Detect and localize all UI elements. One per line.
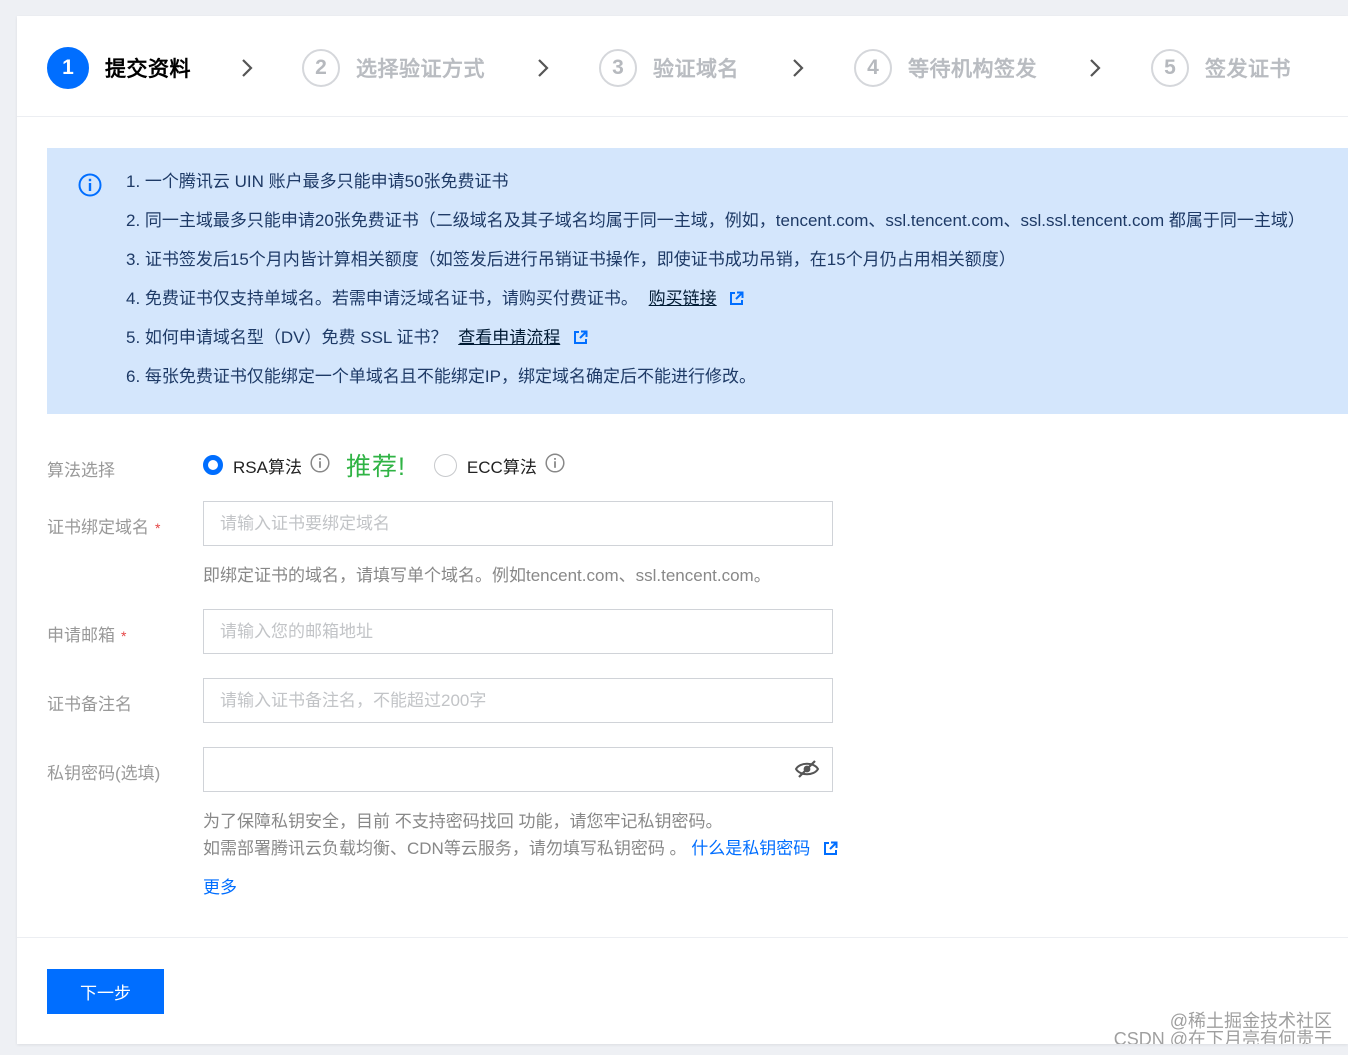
watermark-line-2: CSDN @在下月亮有何贵干 (1113, 1029, 1332, 1044)
rsa-radio[interactable] (203, 455, 223, 475)
chevron-right-icon (239, 57, 255, 79)
domain-help: 即绑定证书的域名，请填写单个域名。例如tencent.com、ssl.tence… (203, 566, 771, 585)
key-help-2-text: 如需部署腾讯云负载均衡、CDN等云服务，请勿填写私钥密码 。 (203, 839, 687, 858)
step-bar: 1 提交资料 2 选择验证方式 3 验证域名 4 等待机构签发 5 签发证书 (17, 16, 1348, 117)
email-input[interactable] (203, 609, 833, 654)
domain-input[interactable] (203, 501, 833, 546)
key-password-input[interactable] (203, 747, 833, 792)
notice-item: 6. 每张免费证书仅能绑定一个单域名且不能绑定IP，绑定域名确定后不能进行修改。 (126, 362, 1305, 401)
step-5: 5 签发证书 (1151, 47, 1291, 89)
algo-radio-group: RSA算法 推荐! ECC算法 (203, 450, 565, 481)
notice-text: 1. 一个腾讯云 UIN 账户最多只能申请50张免费证书 (126, 172, 509, 191)
divider (17, 937, 1348, 938)
info-circle-icon[interactable] (310, 452, 330, 478)
chevron-right-icon (535, 57, 551, 79)
required-mark: * (121, 628, 127, 644)
step-number: 4 (854, 49, 892, 87)
step-number: 3 (599, 49, 637, 87)
recommend-tag: 推荐! (345, 453, 406, 481)
step-2: 2 选择验证方式 (302, 47, 485, 89)
chevron-right-icon (1087, 57, 1103, 79)
external-link-icon[interactable] (729, 286, 744, 316)
notice-box: 1. 一个腾讯云 UIN 账户最多只能申请50张免费证书 2. 同一主域最多只能… (47, 148, 1348, 414)
notice-text: 4. 免费证书仅支持单域名。若需申请泛域名证书，请购买付费证书。 (126, 289, 638, 308)
apply-card: 1 提交资料 2 选择验证方式 3 验证域名 4 等待机构签发 5 签发证书 1… (17, 16, 1348, 1044)
key-help-1: 为了保障私钥安全，目前 不支持密码找回 功能，请您牢记私钥密码。 (203, 812, 723, 831)
notice-text: 6. 每张免费证书仅能绑定一个单域名且不能绑定IP，绑定域名确定后不能进行修改。 (126, 367, 756, 386)
step-label: 签发证书 (1205, 58, 1291, 81)
email-label-text: 申请邮箱 (47, 626, 115, 645)
external-link-icon[interactable] (823, 841, 838, 861)
more-link[interactable]: 更多 (203, 873, 237, 898)
required-mark: * (155, 520, 161, 536)
notice-list: 1. 一个腾讯云 UIN 账户最多只能申请50张免费证书 2. 同一主域最多只能… (126, 167, 1305, 401)
ecc-label[interactable]: ECC算法 (467, 453, 537, 478)
remark-label: 证书备注名 (47, 695, 132, 714)
email-label: 申请邮箱 * (47, 621, 126, 646)
notice-item: 5. 如何申请域名型（DV）免费 SSL 证书？ 查看申请流程 (126, 323, 1305, 362)
step-label: 提交资料 (105, 58, 191, 81)
chevron-right-icon (790, 57, 806, 79)
next-step-button[interactable]: 下一步 (47, 969, 164, 1014)
step-label: 等待机构签发 (908, 58, 1037, 81)
remark-input[interactable] (203, 678, 833, 723)
eye-off-icon[interactable] (794, 759, 820, 784)
ecc-radio[interactable] (433, 453, 457, 477)
step-label: 选择验证方式 (356, 58, 485, 81)
key-help-2: 如需部署腾讯云负载均衡、CDN等云服务，请勿填写私钥密码 。 什么是私钥密码 (203, 834, 838, 861)
notice-item: 2. 同一主域最多只能申请20张免费证书（二级域名及其子域名均属于同一主域，例如… (126, 206, 1305, 245)
domain-label: 证书绑定域名 * (47, 513, 160, 538)
algo-label: 算法选择 (47, 461, 115, 480)
info-circle-icon[interactable] (545, 452, 565, 478)
external-link-icon[interactable] (573, 325, 588, 355)
key-password-label: 私钥密码(选填) (47, 764, 161, 783)
notice-item: 1. 一个腾讯云 UIN 账户最多只能申请50张免费证书 (126, 167, 1305, 206)
step-number: 2 (302, 49, 340, 87)
info-icon (78, 173, 102, 202)
notice-text: 5. 如何申请域名型（DV）免费 SSL 证书？ (126, 328, 448, 347)
notice-text: 3. 证书签发后15个月内皆计算相关额度（如签发后进行吊销证书操作，即使证书成功… (126, 250, 1016, 269)
rsa-label[interactable]: RSA算法 (233, 453, 302, 478)
step-4: 4 等待机构签发 (854, 47, 1037, 89)
buy-link[interactable]: 购买链接 (649, 289, 717, 308)
step-label: 验证域名 (653, 58, 739, 81)
step-number: 5 (1151, 49, 1189, 87)
what-is-key-password-link[interactable]: 什么是私钥密码 (691, 839, 810, 858)
domain-label-text: 证书绑定域名 (47, 518, 149, 537)
step-1: 1 提交资料 (47, 47, 191, 89)
apply-flow-link[interactable]: 查看申请流程 (458, 328, 560, 347)
notice-item: 3. 证书签发后15个月内皆计算相关额度（如签发后进行吊销证书操作，即使证书成功… (126, 245, 1305, 284)
step-3: 3 验证域名 (599, 47, 739, 89)
notice-item: 4. 免费证书仅支持单域名。若需申请泛域名证书，请购买付费证书。 购买链接 (126, 284, 1305, 323)
step-number: 1 (47, 47, 89, 89)
notice-text: 2. 同一主域最多只能申请20张免费证书（二级域名及其子域名均属于同一主域，例如… (126, 211, 1305, 230)
